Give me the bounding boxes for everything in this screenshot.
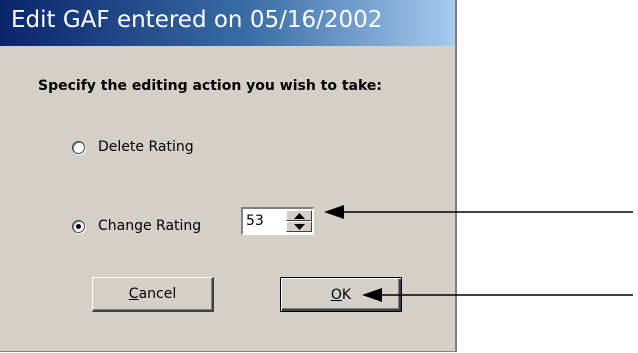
ok-arrow-icon: [362, 288, 633, 302]
annotation-arrows: [324, 205, 633, 302]
spinner-arrow-icon: [324, 205, 633, 219]
